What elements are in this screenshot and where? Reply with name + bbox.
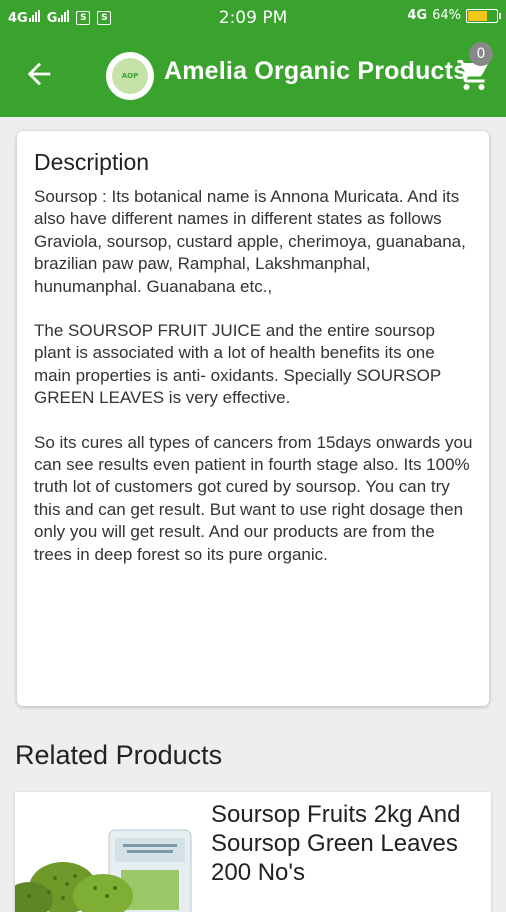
status-bar: 4G G S S 2:09 PM 4G 64% — [0, 0, 506, 35]
cart-count-badge: 0 — [469, 42, 493, 66]
product-name[interactable]: Soursop Fruits 2kg And Soursop Green Lea… — [211, 800, 481, 887]
related-product-card[interactable]: Soursop Fruits 2kg And Soursop Green Lea… — [15, 792, 491, 912]
description-paragraph-1: Soursop : Its botanical name is Annona M… — [34, 187, 466, 296]
status-right: 4G 64% — [407, 8, 501, 23]
brand-logo: AOP — [106, 52, 154, 100]
related-products-heading: Related Products — [15, 740, 223, 770]
product-image[interactable] — [15, 792, 197, 912]
network-indicator: 4G — [407, 8, 428, 23]
app-title: Amelia Organic Products — [164, 57, 468, 85]
description-paragraph-3: So its cures all types of cancers from 1… — [34, 432, 473, 564]
description-paragraph-2: The SOURSOP FRUIT JUICE and the entire s… — [34, 321, 441, 408]
battery-percent: 64% — [432, 8, 461, 23]
back-arrow-icon[interactable] — [22, 57, 56, 91]
description-heading: Description — [34, 149, 150, 175]
battery-fill — [468, 10, 488, 21]
description-card: Description Soursop : Its botanical name… — [17, 131, 489, 706]
logo-mark: AOP — [112, 58, 148, 94]
app-bar: AOP Amelia Organic Products 0 — [0, 35, 506, 117]
battery-icon — [466, 8, 501, 23]
product-image-illustration — [15, 792, 197, 912]
